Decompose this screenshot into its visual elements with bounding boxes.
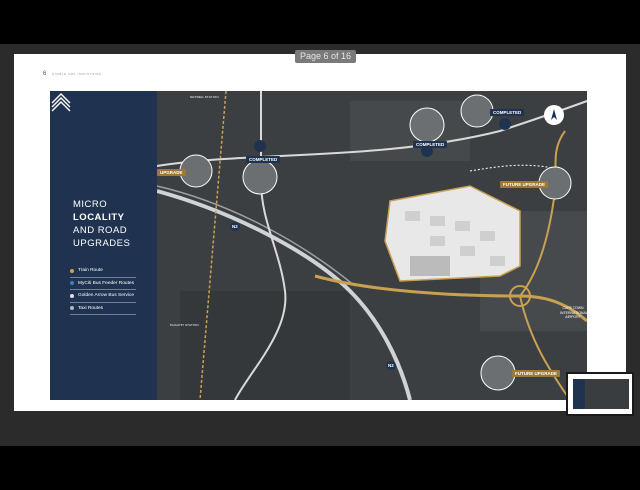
legend-label: MyCiti Bus Feeder Routes [78,280,134,286]
legend-item-golden-arrow: Golden Arrow Bus Service [70,290,136,303]
completed-label: COMPLETED [246,156,281,163]
airport-label: CAPE TOWN INTERNATIONAL AIRPORT [560,306,587,319]
legend-label: Train Route [78,268,103,274]
train-icon [70,268,74,273]
upgrade-label: UPGRADE [157,169,186,176]
taxi-icon [70,306,74,311]
legend-label: Golden Arrow Bus Service [78,293,134,299]
panel-title: MICRO LOCALITY AND ROAD UPGRADES [73,198,130,250]
page-number: 6 [43,71,47,77]
locality-map: MICRO LOCALITY AND ROAD UPGRADES Train R… [50,91,587,400]
page-header-text: NIMBLE ARK INDUSTRIES [52,72,102,76]
info-panel: MICRO LOCALITY AND ROAD UPGRADES Train R… [50,91,157,400]
title-line-4: UPGRADES [73,238,131,249]
highway-n2-marker: N2 [230,222,240,231]
legend-item-taxi: Taxi Routes [70,303,136,315]
legend: Train Route MyCiti Bus Feeder Routes Gol… [70,265,136,315]
highway-n2-marker: N2 [386,361,396,370]
company-logo-icon [51,93,71,112]
legend-item-myciti: MyCiti Bus Feeder Routes [70,278,136,290]
bus-icon [70,281,74,286]
completed-label: COMPLETED [413,141,448,148]
page-indicator: Page 6 of 16 [295,50,357,63]
legend-item-train: Train Route [70,265,136,278]
thumbnail-preview [573,379,629,409]
compass-icon [544,105,564,125]
document-page: 6 NIMBLE ARK INDUSTRIES MICRO LOCALITY A… [14,54,626,411]
title-line-1: MICRO [73,199,108,210]
thumbnail-panel [573,379,585,409]
bus-icon [70,293,74,298]
station-label: NETREG STATION [190,95,219,99]
station-label: PHILIPPI STATION [170,323,199,327]
legend-label: Taxi Routes [78,305,104,311]
completed-label: COMPLETED [490,109,525,116]
title-line-2: LOCALITY [73,212,125,223]
future-upgrade-label: FUTURE UPGRADE [500,181,549,188]
future-upgrade-label: FUTURE UPGRADE [512,370,561,377]
title-line-3: AND ROAD [73,225,128,236]
page-thumbnail[interactable] [566,372,634,416]
